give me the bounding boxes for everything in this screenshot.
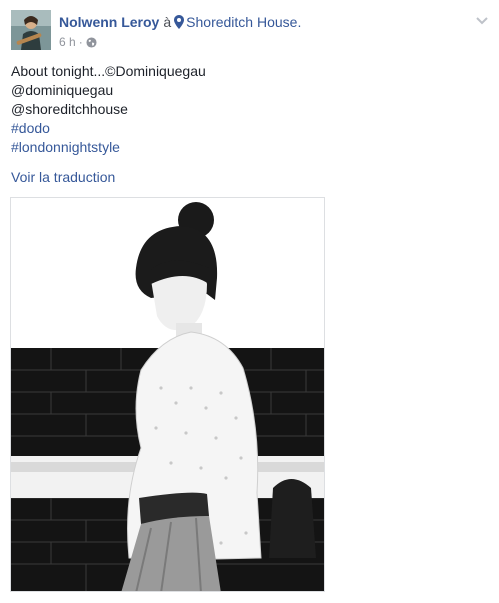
place-link[interactable]: Shoreditch House — [186, 14, 297, 30]
post-text: About tonight...©Dominiquegau @dominique… — [11, 62, 481, 157]
chevron-down-icon — [472, 15, 492, 32]
meta-separator: · — [78, 35, 83, 49]
facebook-post: Nolwenn Leroy à Shoreditch House. 6 h · Abo… — [0, 0, 499, 603]
avatar[interactable] — [11, 10, 51, 50]
location-pin-icon — [174, 14, 185, 34]
post-photo[interactable] — [10, 197, 325, 592]
at-word: à — [163, 14, 172, 30]
globe-icon[interactable] — [86, 36, 97, 52]
translate-link[interactable]: Voir la traduction — [11, 168, 115, 187]
post-text-line: @shoreditchhouse — [11, 101, 128, 117]
hashtag-link[interactable]: #dodo — [11, 119, 481, 138]
post-meta: 6 h · — [59, 34, 97, 50]
post-header: Nolwenn Leroy à Shoreditch House. — [59, 12, 301, 32]
post-text-line: About tonight...©Dominiquegau — [11, 63, 206, 79]
place-suffix: . — [297, 14, 302, 30]
post-menu-button[interactable] — [472, 14, 492, 28]
hashtag-link[interactable]: #londonnightstyle — [11, 138, 481, 157]
author-name[interactable]: Nolwenn Leroy — [59, 14, 159, 30]
post-text-line: @dominiquegau — [11, 82, 114, 98]
post-time[interactable]: 6 h — [59, 35, 76, 49]
